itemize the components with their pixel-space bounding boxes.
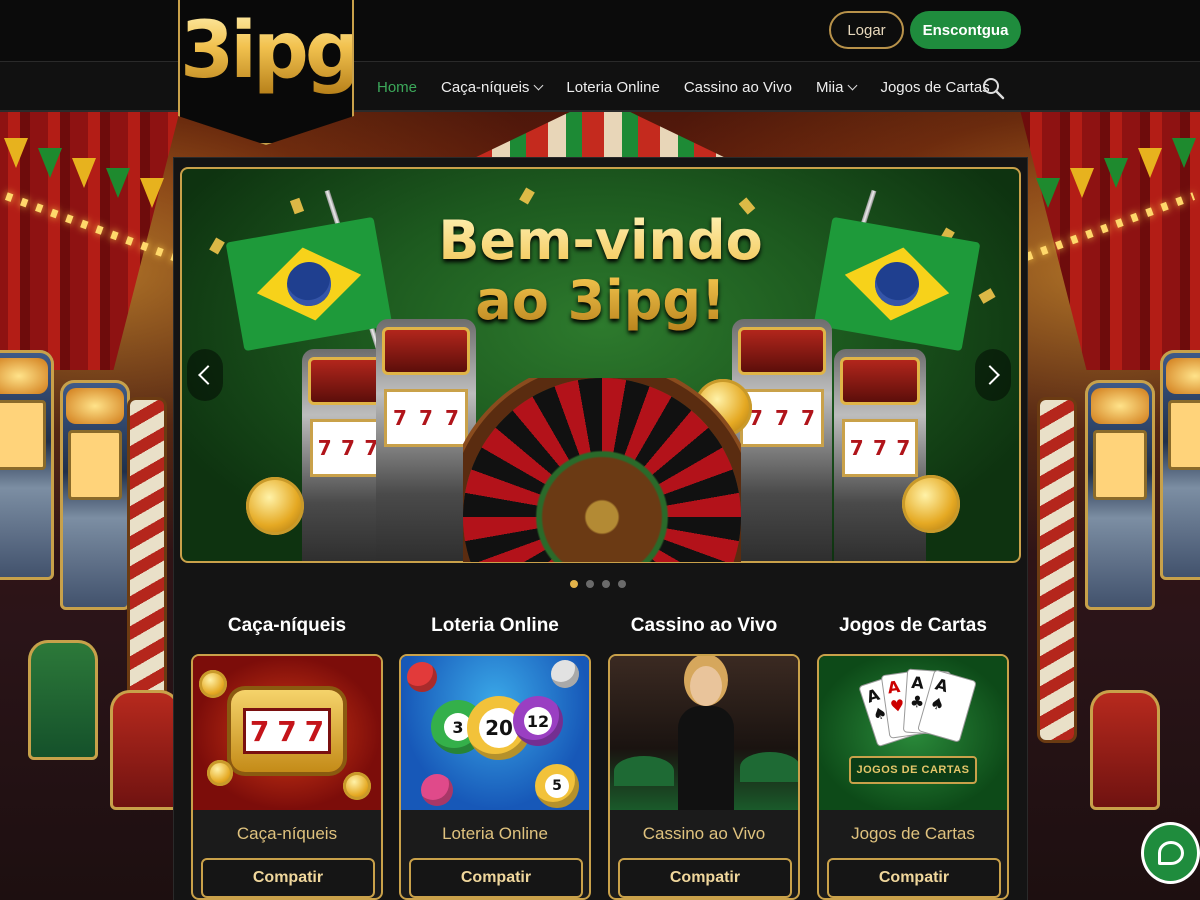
main-nav: Home Caça-níqueis Loteria Online Cassino… — [377, 62, 1014, 112]
lottery-thumbnail: 3 20 12 5 — [401, 656, 589, 810]
background-slot-machine — [60, 380, 130, 610]
slot-machine-illustration: 777 — [732, 319, 832, 561]
category-title: Jogos de Cartas — [839, 615, 987, 636]
category-label: Jogos de Cartas — [851, 824, 975, 843]
chat-bubble-icon — [1157, 841, 1184, 865]
category-label: Caça-níqueis — [236, 824, 338, 843]
chevron-right-icon — [980, 365, 1000, 385]
hero-headline: Bem-vindo ao 3ipg! — [182, 211, 1019, 331]
background-chair — [1090, 690, 1160, 810]
category-title: Loteria Online — [431, 615, 559, 636]
background-chair — [110, 690, 180, 810]
nav-item-card-games[interactable]: Jogos de Cartas — [880, 79, 989, 96]
slot-machine-illustration: 777 — [834, 349, 926, 561]
nav-label: Miia — [815, 78, 844, 96]
gold-coin-icon — [902, 475, 960, 533]
nav-item-miia[interactable]: Miia — [815, 78, 858, 96]
nav-label: Home — [377, 78, 418, 96]
carousel-dot[interactable] — [602, 580, 610, 588]
background-pillar — [1040, 400, 1074, 740]
logo-badge[interactable]: 3ipg — [178, 0, 354, 145]
card-games-banner: JOGOS DE CARTAS — [849, 756, 977, 784]
play-button[interactable]: Compatir — [409, 858, 583, 898]
chat-button[interactable] — [1141, 822, 1200, 884]
carousel-dot[interactable] — [570, 580, 578, 588]
nav-item-lottery[interactable]: Loteria Online — [566, 79, 659, 96]
play-button[interactable]: Compatir — [201, 858, 375, 898]
slot-machine-illustration: 777 — [376, 319, 476, 561]
background-slot-machine — [1085, 380, 1155, 610]
category-label: Loteria Online — [442, 824, 548, 843]
carousel-dot[interactable] — [618, 580, 626, 588]
category-card[interactable]: 777 Caça-níqueis Compatir — [191, 654, 383, 900]
background-slot-machine — [1160, 350, 1200, 580]
logo: 3ipg — [180, 6, 357, 96]
search-icon[interactable] — [981, 76, 1005, 100]
nav-label: Jogos de Cartas — [880, 78, 990, 96]
nav-label: Loteria Online — [566, 78, 660, 96]
carousel-dot[interactable] — [586, 580, 594, 588]
nav-item-home[interactable]: Home — [377, 79, 417, 96]
carousel-indicators — [570, 580, 626, 588]
category-card[interactable]: Cassino ao Vivo Compatir — [608, 654, 800, 900]
nav-item-slots[interactable]: Caça-níqueis — [441, 78, 544, 96]
chevron-down-icon — [533, 80, 544, 90]
register-button[interactable]: Enscontgua — [910, 11, 1021, 49]
slots-thumbnail: 777 — [193, 656, 381, 810]
login-button[interactable]: Logar — [829, 11, 904, 49]
category-title: Cassino ao Vivo — [630, 615, 778, 636]
category-label: Cassino ao Vivo — [642, 824, 766, 843]
circus-tent-top — [470, 110, 730, 160]
carousel-prev-button[interactable] — [187, 349, 223, 401]
card-games-thumbnail: A ♠ A ♥ A ♣ A ♠ JOGOS DE CARTAS — [819, 656, 1007, 810]
headline-line-2: ao 3ipg! — [475, 269, 726, 332]
gold-coin-icon — [246, 477, 304, 535]
headline-line-1: Bem-vindo — [438, 209, 763, 272]
category-card[interactable]: 3 20 12 5 Loteria Online Compatir — [399, 654, 591, 900]
category-title: Caça-níqueis — [227, 615, 347, 636]
chevron-left-icon — [198, 365, 218, 385]
chevron-down-icon — [848, 80, 858, 90]
background-pillar — [130, 400, 164, 740]
nav-item-live-casino[interactable]: Cassino ao Vivo — [684, 79, 792, 96]
category-card[interactable]: A ♠ A ♥ A ♣ A ♠ JOGOS DE CARTAS Jogos de Car… — [817, 654, 1009, 900]
nav-label: Caça-níqueis — [441, 78, 530, 96]
live-casino-thumbnail — [610, 656, 798, 810]
background-slot-machine — [0, 350, 54, 580]
play-button[interactable]: Compatir — [618, 858, 792, 898]
carousel-next-button[interactable] — [975, 349, 1011, 401]
background-chair — [28, 640, 98, 760]
dealer-figure — [678, 666, 734, 810]
nav-label: Cassino ao Vivo — [683, 78, 792, 96]
play-button[interactable]: Compatir — [827, 858, 1001, 898]
